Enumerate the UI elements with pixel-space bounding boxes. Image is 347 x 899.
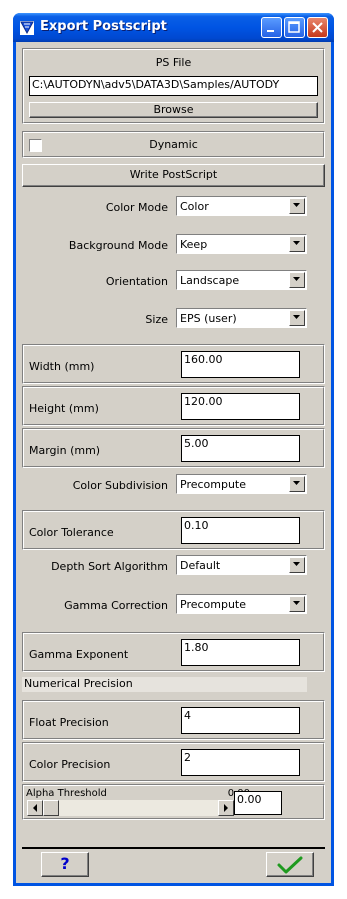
dialog-body: PS File C:\AUTODYN\adv5\DATA3D\Samples/A… [16,42,331,883]
maximize-icon [288,21,300,33]
color-mode-select[interactable]: Color [176,196,307,216]
ps-file-path-input[interactable]: C:\AUTODYN\adv5\DATA3D\Samples/AUTODY [29,76,318,96]
float-precision-input[interactable]: 4 [181,707,300,734]
window-title: Export Postscript [40,19,167,34]
orientation-label: Orientation [105,275,168,288]
background-mode-select[interactable]: Keep [176,234,307,254]
size-dropdown-button[interactable] [289,310,305,326]
color-tolerance-group: Color Tolerance 0.10 [22,510,325,550]
help-button[interactable]: ? [41,852,89,877]
gamma-correction-select[interactable]: Precompute [176,594,307,614]
size-value: EPS (user) [180,312,237,325]
depth-sort-select[interactable]: Default [176,555,307,575]
slider-left-button[interactable] [27,800,43,816]
slider-thumb[interactable] [43,800,59,816]
color-subdivision-dropdown-button[interactable] [289,476,305,492]
height-input[interactable]: 120.00 [181,393,300,420]
chevron-down-icon [293,241,300,245]
export-postscript-window: Export Postscript PS File C:\AUTODYN\adv… [13,13,334,886]
background-mode-value: Keep [180,238,208,251]
float-precision-label: Float Precision [29,716,109,729]
color-mode-value: Color [180,200,209,213]
ps-file-group: PS File C:\AUTODYN\adv5\DATA3D\Samples/A… [22,48,325,124]
chevron-down-icon [293,277,300,281]
margin-group: Margin (mm) 5.00 [22,428,325,468]
title-bar[interactable]: Export Postscript [13,13,334,42]
minimize-button[interactable] [261,17,282,38]
options-panel: PS File C:\AUTODYN\adv5\DATA3D\Samples/A… [22,48,325,871]
close-button[interactable] [307,17,328,38]
close-icon [312,22,323,33]
depth-sort-value: Default [180,559,221,572]
dynamic-group: Dynamic [22,131,325,158]
color-tolerance-input[interactable]: 0.10 [181,517,300,544]
color-tolerance-label: Color Tolerance [29,526,114,539]
chevron-down-icon [293,203,300,207]
minimize-icon [267,30,274,32]
gamma-exponent-label: Gamma Exponent [29,648,129,661]
gamma-correction-dropdown-button[interactable] [289,596,305,612]
depth-sort-label: Depth Sort Algorithm [51,560,168,573]
orientation-value: Landscape [180,274,240,287]
orientation-dropdown-button[interactable] [289,272,305,288]
alpha-threshold-slider[interactable] [27,800,234,816]
background-mode-label: Background Mode [68,239,168,252]
write-postscript-button[interactable]: Write PostScript [22,164,325,187]
gamma-correction-value: Precompute [180,598,247,611]
ps-file-heading: PS File [155,56,192,69]
help-icon: ? [60,854,70,873]
color-mode-label: Color Mode [105,201,168,214]
color-mode-dropdown-button[interactable] [289,198,305,214]
footer-separator [22,847,325,849]
chevron-right-icon [224,804,228,812]
color-subdivision-value: Precompute [180,478,247,491]
width-input[interactable]: 160.00 [181,351,300,378]
ok-button[interactable] [266,852,314,877]
slider-right-button[interactable] [218,800,234,816]
float-precision-group: Float Precision 4 [22,700,325,740]
size-select[interactable]: EPS (user) [176,308,307,328]
maximize-button[interactable] [284,17,305,38]
chevron-down-icon [293,601,300,605]
gamma-correction-label: Gamma Correction [64,599,168,612]
color-subdivision-select[interactable]: Precompute [176,474,307,494]
alpha-threshold-group: Alpha Threshold 0.00 0.00 [22,784,325,820]
gamma-exponent-group: Gamma Exponent 1.80 [22,632,325,672]
width-label: Width (mm) [29,360,95,373]
gamma-exponent-input[interactable]: 1.80 [181,639,300,666]
size-label: Size [145,313,168,326]
dynamic-label: Dynamic [149,138,198,151]
numerical-precision-heading: Numerical Precision [22,677,307,692]
background-mode-dropdown-button[interactable] [289,236,305,252]
chevron-down-icon [293,562,300,566]
margin-label: Margin (mm) [29,444,101,457]
color-precision-input[interactable]: 2 [181,749,300,776]
color-subdivision-label: Color Subdivision [72,479,168,492]
color-precision-group: Color Precision 2 [22,742,325,782]
checkmark-icon [277,856,303,874]
browse-button[interactable]: Browse [29,102,318,118]
app-icon [20,21,34,35]
height-label: Height (mm) [29,402,99,415]
chevron-down-icon [293,315,300,319]
width-group: Width (mm) 160.00 [22,344,325,384]
orientation-select[interactable]: Landscape [176,270,307,290]
margin-input[interactable]: 5.00 [181,435,300,462]
color-precision-label: Color Precision [29,758,111,771]
chevron-down-icon [293,481,300,485]
height-group: Height (mm) 120.00 [22,386,325,426]
chevron-left-icon [33,804,37,812]
alpha-threshold-label: Alpha Threshold [26,788,107,799]
depth-sort-dropdown-button[interactable] [289,557,305,573]
alpha-threshold-input[interactable]: 0.00 [234,791,282,815]
